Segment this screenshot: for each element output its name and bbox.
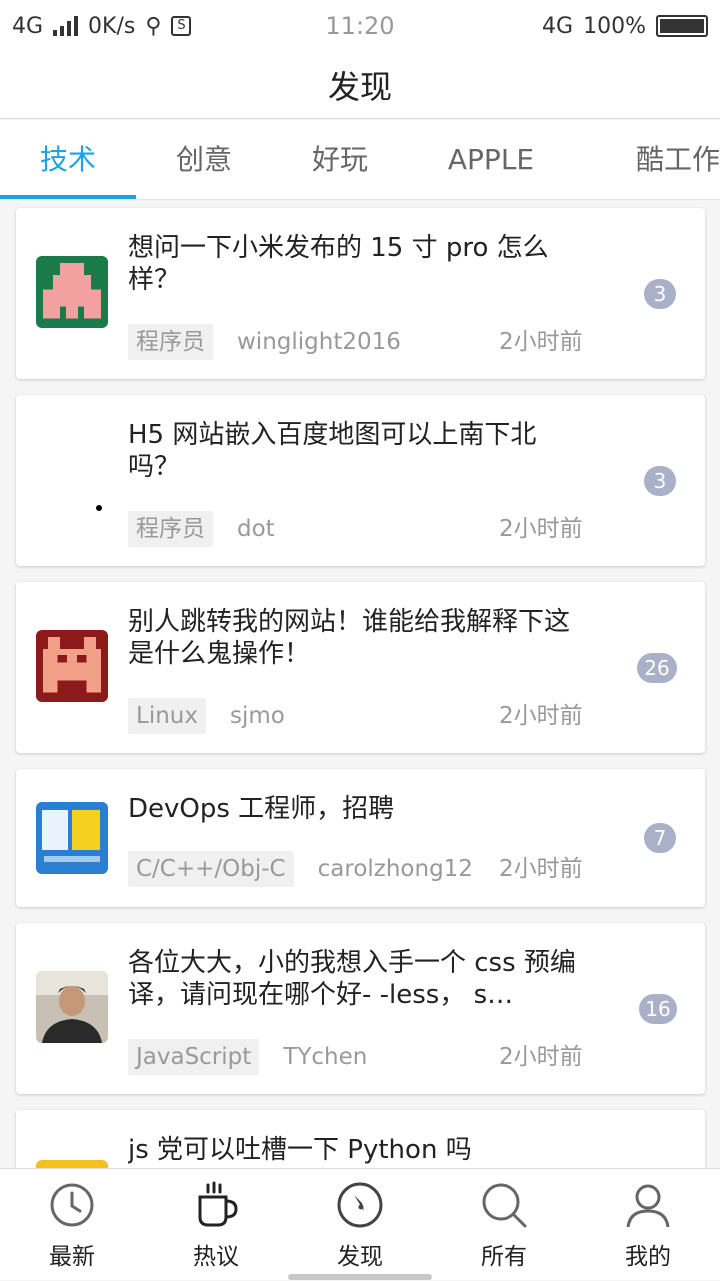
avatar[interactable]	[36, 1160, 108, 1168]
battery-percent: 100%	[583, 13, 646, 39]
nav-discover[interactable]: 发现	[288, 1169, 432, 1281]
topic-title[interactable]: DevOps 工程师，招聘	[128, 793, 588, 825]
topic-card[interactable]: 别人跳转我的网站！谁能给我解释下这是什么鬼操作！ Linux sjmo 2小时前…	[16, 582, 705, 753]
topic-meta: C/C++/Obj-C carolzhong12	[128, 851, 473, 887]
nav-me[interactable]: 我的	[576, 1169, 720, 1281]
nav-latest[interactable]: 最新	[0, 1169, 144, 1281]
nav-all[interactable]: 所有	[432, 1169, 576, 1281]
node-tag[interactable]: C/C++/Obj-C	[128, 851, 294, 887]
page-title: 发现	[0, 52, 720, 119]
nav-hot[interactable]: 热议	[144, 1169, 288, 1281]
author-name[interactable]: carolzhong12	[318, 856, 473, 882]
network-type: 4G	[12, 13, 44, 39]
topic-meta: Linux sjmo	[128, 698, 285, 734]
topic-title[interactable]: H5 网站嵌入百度地图可以上南下北吗？	[128, 419, 588, 483]
compass-icon	[337, 1182, 383, 1228]
topic-meta: 程序员 winglight2016	[128, 324, 401, 360]
user-icon	[626, 1184, 670, 1228]
topic-list: 想问一下小米发布的 15 寸 pro 怎么样？ 程序员 winglight201…	[0, 200, 720, 1168]
coffee-cup-icon	[198, 1181, 238, 1227]
topic-card[interactable]: 想问一下小米发布的 15 寸 pro 怎么样？ 程序员 winglight201…	[16, 208, 705, 379]
network-speed: 0K/s	[88, 13, 136, 39]
category-tabs: 技术 创意 好玩 APPLE 酷工作	[0, 120, 720, 200]
avatar[interactable]	[36, 256, 108, 328]
topic-title[interactable]: js 党可以吐槽一下 Python 吗	[128, 1134, 588, 1166]
topic-card[interactable]: DevOps 工程师，招聘 C/C++/Obj-C carolzhong12 2…	[16, 769, 705, 907]
topic-time: 2小时前	[499, 1044, 583, 1070]
avatar[interactable]	[36, 971, 108, 1043]
topic-title[interactable]: 各位大大，小的我想入手一个 css 预编译，请问现在哪个好- -less， s…	[128, 947, 588, 1011]
topic-time: 2小时前	[499, 703, 583, 729]
status-bar: 4G 0K/s ⚲ S 11:20 4G 100%	[0, 0, 720, 52]
tab-fun[interactable]: 好玩	[272, 120, 408, 200]
tab-apple[interactable]: APPLE	[418, 120, 564, 200]
nav-label: 发现	[337, 1244, 383, 1270]
signal-icon	[53, 16, 79, 36]
node-tag[interactable]: 程序员	[128, 324, 213, 360]
avatar[interactable]	[36, 443, 108, 515]
reply-count-badge: 16	[639, 994, 677, 1024]
usb-icon: ⚲	[145, 13, 162, 39]
topic-card[interactable]: 各位大大，小的我想入手一个 css 预编译，请问现在哪个好- -less， s……	[16, 923, 705, 1094]
tab-creative[interactable]: 创意	[136, 120, 272, 200]
topic-title[interactable]: 别人跳转我的网站！谁能给我解释下这是什么鬼操作！	[128, 606, 588, 670]
status-right: 4G 100%	[542, 14, 708, 39]
topic-time: 2小时前	[499, 329, 583, 355]
topic-meta: 程序员 dot	[128, 511, 275, 547]
topic-meta: JavaScript TYchen	[128, 1039, 367, 1075]
author-name[interactable]: TYchen	[283, 1044, 367, 1070]
reply-count-badge: 3	[644, 466, 676, 496]
node-tag[interactable]: Linux	[128, 698, 206, 734]
reply-count-badge: 3	[644, 279, 676, 309]
nav-label: 最新	[49, 1244, 95, 1270]
reply-count-badge: 26	[637, 653, 677, 683]
battery-icon	[656, 15, 708, 37]
avatar[interactable]	[36, 802, 108, 874]
search-icon	[482, 1183, 527, 1228]
tab-tech[interactable]: 技术	[0, 120, 136, 200]
clock-icon	[50, 1183, 94, 1227]
nav-label: 我的	[625, 1244, 671, 1270]
topic-title[interactable]: 想问一下小米发布的 15 寸 pro 怎么样？	[128, 232, 588, 296]
node-tag[interactable]: JavaScript	[128, 1039, 260, 1075]
topic-card[interactable]: js 党可以吐槽一下 Python 吗	[16, 1110, 705, 1168]
author-name[interactable]: winglight2016	[237, 329, 401, 355]
author-name[interactable]: sjmo	[230, 703, 285, 729]
tab-jobs[interactable]: 酷工作	[596, 120, 720, 200]
network-type-right: 4G	[542, 13, 574, 39]
s-icon: S	[171, 16, 192, 36]
tab-indicator	[0, 195, 136, 199]
reply-count-badge: 7	[644, 823, 676, 853]
bottom-nav: 最新 热议 发现 所有 我的	[0, 1168, 720, 1280]
topic-time: 2小时前	[499, 516, 583, 542]
topic-time: 2小时前	[499, 856, 583, 882]
home-indicator	[288, 1274, 432, 1280]
author-name[interactable]: dot	[237, 516, 275, 542]
topic-card[interactable]: H5 网站嵌入百度地图可以上南下北吗？ 程序员 dot 2小时前 3	[16, 395, 705, 566]
avatar[interactable]	[36, 630, 108, 702]
node-tag[interactable]: 程序员	[128, 511, 213, 547]
nav-label: 所有	[481, 1244, 527, 1270]
status-left: 4G 0K/s ⚲ S	[12, 13, 192, 39]
nav-label: 热议	[193, 1244, 239, 1270]
